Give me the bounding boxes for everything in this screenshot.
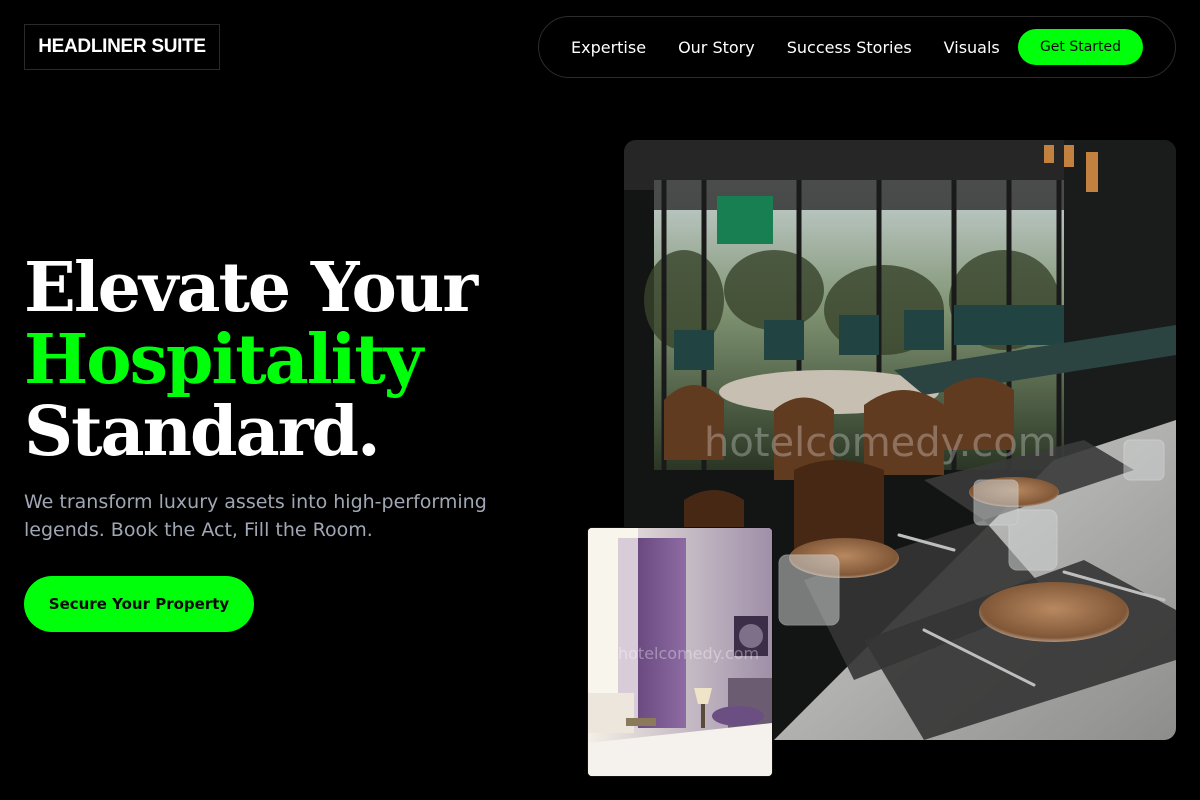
headline-line-2: Hospitality [24, 320, 423, 400]
hotel-room-photo: hotelcomedy.com [588, 528, 772, 776]
headline-line-1: Elevate Your [24, 248, 478, 328]
main-nav: Expertise Our Story Success Stories Visu… [538, 16, 1176, 78]
nav-link-success-stories[interactable]: Success Stories [787, 38, 912, 57]
secure-property-button[interactable]: Secure Your Property [24, 576, 254, 632]
get-started-button[interactable]: Get Started [1018, 29, 1143, 65]
nav-link-our-story[interactable]: Our Story [678, 38, 755, 57]
brand-logo[interactable]: HEADLINER SUITE [24, 24, 220, 70]
main-image-watermark: hotelcomedy.com [704, 420, 1057, 466]
nav-link-expertise[interactable]: Expertise [571, 38, 646, 57]
headline-line-3: Standard. [24, 392, 381, 472]
nav-link-visuals[interactable]: Visuals [944, 38, 1000, 57]
hero-subtext: We transform luxury assets into high-per… [24, 491, 487, 541]
inset-image-watermark: hotelcomedy.com [618, 644, 760, 663]
hero-headline: Elevate Your Hospitality Standard. [24, 252, 544, 468]
